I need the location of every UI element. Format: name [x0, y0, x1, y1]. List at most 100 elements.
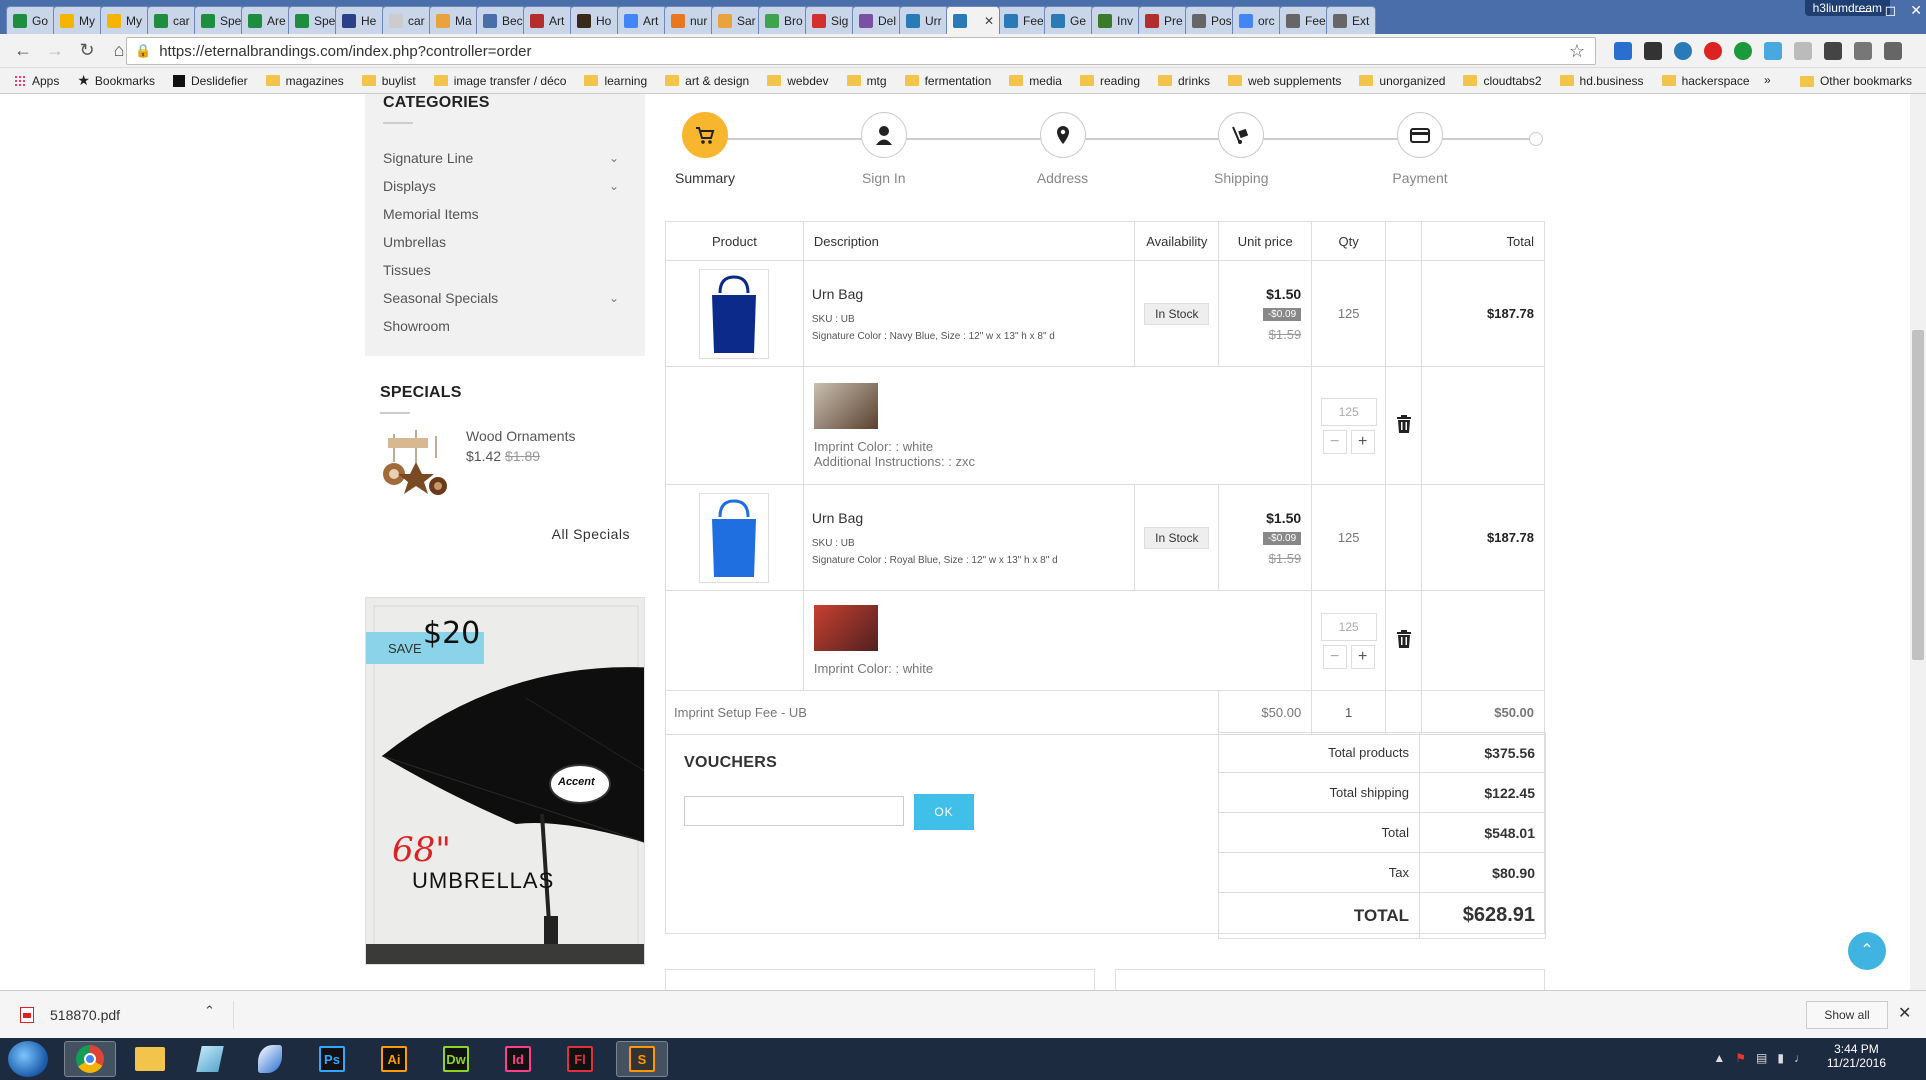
bookmark-item[interactable]: webdev [767, 74, 829, 88]
voucher-code-input[interactable] [684, 796, 904, 826]
back-icon[interactable]: ← [10, 40, 36, 61]
taskbar-app-dw[interactable]: Dw [430, 1041, 482, 1077]
tab-close-icon[interactable]: ✕ [984, 14, 994, 28]
quantity-input[interactable]: 125 [1320, 397, 1377, 426]
browser-tab[interactable]: Pos [1185, 6, 1235, 34]
bookmark-item[interactable]: buylist [361, 74, 416, 88]
browser-tab[interactable]: ✕ [946, 6, 1000, 34]
quantity-input[interactable]: 125 [1320, 612, 1377, 641]
browser-tab[interactable]: Are [241, 6, 291, 34]
network-icon[interactable]: ▤ [1756, 1051, 1767, 1065]
close-icon[interactable]: ✕ [1898, 1003, 1911, 1023]
close-window-icon[interactable]: ✕ [1910, 2, 1922, 19]
extension-icon[interactable] [1674, 42, 1692, 60]
menu-icon[interactable] [1884, 42, 1902, 60]
taskbar-app-chrome[interactable] [64, 1041, 116, 1077]
bookmark-item[interactable]: magazines [265, 74, 344, 88]
browser-tab[interactable]: Sig [805, 6, 855, 34]
step-summary[interactable]: Summary [665, 112, 745, 186]
browser-tab[interactable]: Inv [1091, 6, 1141, 34]
browser-tab[interactable]: He [335, 6, 385, 34]
chevron-down-icon[interactable]: ⌄ [609, 151, 627, 165]
browser-tab[interactable]: nur [664, 6, 714, 34]
chevron-down-icon[interactable]: ⌄ [609, 291, 627, 305]
flag-icon[interactable]: ⚑ [1735, 1051, 1746, 1065]
product-name[interactable]: Urn Bag [812, 286, 1134, 302]
extension-icon[interactable] [1614, 42, 1632, 60]
scroll-to-top-button[interactable]: ⌃ [1848, 932, 1886, 970]
browser-tab[interactable]: Sar [711, 6, 761, 34]
browser-tab[interactable]: Bro [758, 6, 808, 34]
browser-tab[interactable]: Urr [899, 6, 949, 34]
bookmark-item[interactable]: drinks [1158, 74, 1210, 88]
tray-expand-icon[interactable]: ▲ [1713, 1051, 1725, 1065]
taskbar-app-explorer[interactable] [124, 1041, 176, 1077]
browser-tab[interactable]: Bec [476, 6, 526, 34]
category-item[interactable]: Showroom [383, 312, 627, 340]
bookmark-item[interactable]: web supplements [1228, 74, 1341, 88]
taskbar-app-ps[interactable]: Ps [306, 1041, 358, 1077]
product-thumbnail[interactable] [699, 492, 770, 583]
forward-icon[interactable]: → [42, 40, 68, 61]
browser-tab[interactable]: Fee [997, 6, 1047, 34]
browser-tab[interactable]: Spe [288, 6, 338, 34]
voucher-ok-button[interactable]: OK [914, 794, 974, 830]
step-payment[interactable]: Payment [1380, 112, 1460, 186]
url-input[interactable]: 🔒 https://eternalbrandings.com/index.php… [126, 37, 1596, 65]
browser-tab[interactable]: Art [617, 6, 667, 34]
browser-tab[interactable]: Del [852, 6, 902, 34]
browser-tab[interactable]: Art [523, 6, 573, 34]
category-item[interactable]: Displays ⌄ [383, 172, 627, 200]
browser-tab[interactable]: car [147, 6, 197, 34]
taskbar-app-glass[interactable] [184, 1041, 236, 1077]
extension-icon[interactable] [1854, 42, 1872, 60]
extension-icon[interactable] [1824, 42, 1842, 60]
category-item[interactable]: Memorial Items [383, 200, 627, 228]
taskbar-app-feather[interactable] [244, 1041, 296, 1077]
maximize-icon[interactable]: ◻ [1885, 2, 1897, 19]
extension-icon[interactable] [1764, 42, 1782, 60]
browser-tab[interactable]: Ho [570, 6, 620, 34]
bookmark-item[interactable]: hd.business [1559, 74, 1644, 88]
decrease-qty-button[interactable]: − [1322, 429, 1347, 454]
bookmark-item[interactable]: Apps [14, 74, 59, 88]
extension-icon[interactable] [1704, 42, 1722, 60]
other-bookmarks[interactable]: Other bookmarks [1799, 74, 1912, 88]
category-item[interactable]: Tissues [383, 256, 627, 284]
reload-icon[interactable]: ↻ [74, 40, 100, 61]
category-item[interactable]: Seasonal Specials ⌄ [383, 284, 627, 312]
step-sign-in[interactable]: Sign In [844, 112, 924, 186]
bookmark-item[interactable]: learning [584, 74, 647, 88]
browser-tab[interactable]: Fee [1279, 6, 1329, 34]
step-address[interactable]: Address [1023, 112, 1103, 186]
category-item[interactable]: Signature Line ⌄ [383, 144, 627, 172]
bookmark-item[interactable]: cloudtabs2 [1463, 74, 1542, 88]
bookmark-item[interactable]: hackerspace [1661, 74, 1750, 88]
show-all-downloads-button[interactable]: Show all [1806, 1001, 1888, 1029]
browser-tab[interactable]: Ext [1326, 6, 1376, 34]
browser-tab[interactable]: Ma [429, 6, 479, 34]
scrollbar-thumb[interactable] [1912, 330, 1924, 660]
volume-icon[interactable]: ♩ [1794, 1051, 1806, 1065]
extension-icon[interactable] [1644, 42, 1662, 60]
increase-qty-button[interactable]: + [1350, 429, 1375, 454]
browser-tab[interactable]: Pre [1138, 6, 1188, 34]
bookmark-item[interactable]: mtg [846, 74, 887, 88]
bookmark-item[interactable]: image transfer / déco [433, 74, 566, 88]
taskbar-app-s[interactable]: S [616, 1041, 668, 1077]
battery-icon[interactable]: ▮ [1777, 1051, 1784, 1065]
chevron-up-icon[interactable]: ⌃ [204, 1003, 215, 1019]
browser-tab[interactable]: My [100, 6, 150, 34]
bookmark-item[interactable]: ★ Bookmarks [77, 72, 155, 89]
imprint-image[interactable] [813, 605, 878, 651]
taskbar-app-id[interactable]: Id [492, 1041, 544, 1077]
browser-tab[interactable]: Spe [194, 6, 244, 34]
extension-icon[interactable] [1734, 42, 1752, 60]
trash-icon[interactable] [1396, 415, 1412, 436]
decrease-qty-button[interactable]: − [1322, 644, 1347, 669]
browser-tab[interactable]: Go [6, 6, 56, 34]
browser-tab[interactable]: car [382, 6, 432, 34]
wood-ornaments-image[interactable] [380, 428, 454, 502]
bookmark-item[interactable]: Deslidefier [172, 74, 248, 88]
chevron-down-icon[interactable]: ⌄ [609, 179, 627, 193]
